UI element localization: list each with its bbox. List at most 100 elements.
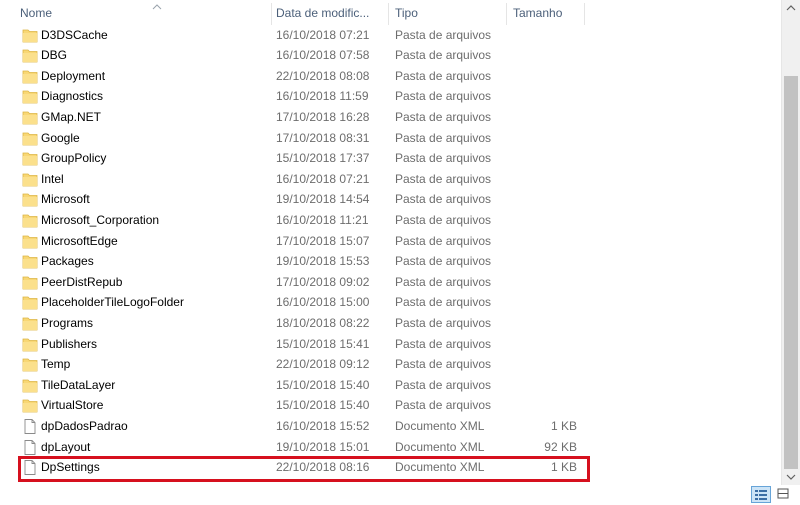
file-type: Pasta de arquivos: [395, 109, 492, 124]
column-header-size-label: Tamanho: [513, 6, 563, 20]
file-list: D3DSCache 16/10/2018 07:21 Pasta de arquiv…: [0, 25, 781, 485]
file-row[interactable]: Programs 18/10/2018 08:22 Pasta de arquivo…: [18, 313, 588, 334]
folder-icon: [22, 358, 38, 372]
details-view-icon: [755, 490, 767, 500]
file-row[interactable]: Intel 16/10/2018 07:21 Pasta de arquivos: [18, 169, 588, 190]
file-row[interactable]: DBG 16/10/2018 07:58 Pasta de arquivos: [18, 45, 588, 66]
folder-icon: [22, 399, 38, 413]
file-name: TileDataLayer: [41, 377, 116, 392]
file-type: Pasta de arquivos: [395, 254, 492, 269]
folder-icon: [22, 214, 38, 228]
file-type: Pasta de arquivos: [395, 68, 492, 83]
file-name: MicrosoftEdge: [41, 233, 118, 248]
file-type: Pasta de arquivos: [395, 377, 492, 392]
folder-icon: [22, 152, 38, 166]
file-row[interactable]: PeerDistRepub 17/10/2018 09:02 Pasta de ar…: [18, 272, 588, 293]
file-row[interactable]: Microsoft 19/10/2018 14:54 Pasta de arquiv…: [18, 189, 588, 210]
file-date: 15/10/2018 15:40: [276, 377, 370, 392]
folder-icon: [22, 235, 38, 248]
file-size: [508, 169, 577, 190]
file-date: 19/10/2018 15:53: [276, 254, 370, 269]
file-date: 18/10/2018 08:22: [276, 315, 370, 330]
file-type: Pasta de arquivos: [395, 130, 492, 145]
file-date: 17/10/2018 08:31: [276, 130, 370, 145]
file-row[interactable]: dpLayout 19/10/2018 15:01 Documento XML 92 …: [18, 437, 588, 458]
file-date: 19/10/2018 15:01: [276, 439, 370, 454]
folder-icon: [22, 111, 38, 125]
file-date: 15/10/2018 15:41: [276, 336, 370, 351]
file-date: 16/10/2018 07:21: [276, 171, 370, 186]
file-size: [508, 313, 577, 334]
file-date: 17/10/2018 16:28: [276, 109, 370, 124]
file-name: GroupPolicy: [41, 151, 107, 166]
file-size: [508, 86, 577, 107]
folder-icon: [22, 49, 38, 63]
file-row[interactable]: dpDadosPadrao 16/10/2018 15:52 Documento X…: [18, 416, 588, 437]
column-header-date-label: Data de modific...: [276, 6, 370, 20]
file-date: 22/10/2018 08:08: [276, 68, 370, 83]
file-date: 16/10/2018 07:58: [276, 48, 370, 63]
file-name: Temp: [41, 357, 71, 372]
file-type: Pasta de arquivos: [395, 336, 492, 351]
file-size: [508, 148, 577, 169]
scrollbar-thumb[interactable]: [784, 76, 798, 469]
file-type: Pasta de arquivos: [395, 48, 492, 63]
folder-icon: [22, 29, 38, 42]
file-type: Documento XML: [395, 439, 485, 454]
folder-icon: [22, 90, 38, 104]
file-row[interactable]: Temp 22/10/2018 09:12 Pasta de arquivos: [18, 354, 588, 375]
file-name: D3DSCache: [41, 27, 108, 42]
file-size: [508, 45, 577, 66]
highlight-box: [18, 456, 590, 482]
file-name: VirtualStore: [41, 398, 104, 413]
file-name: Microsoft_Corporation: [41, 212, 160, 227]
file-row[interactable]: GroupPolicy 15/10/2018 17:37 Pasta de arqu…: [18, 148, 588, 169]
file-row[interactable]: PlaceholderTileLogoFolder 16/10/2018 15:0…: [18, 292, 588, 313]
scroll-down-icon[interactable]: [782, 468, 800, 485]
file-date: 16/10/2018 07:21: [276, 27, 370, 42]
file-size: [508, 25, 577, 46]
file-size: [508, 292, 577, 313]
file-row[interactable]: Microsoft_Corporation 16/10/2018 11:21 Pas…: [18, 210, 588, 231]
file-size: [508, 272, 577, 293]
file-row[interactable]: Publishers 15/10/2018 15:41 Pasta de arqui…: [18, 334, 588, 355]
file-row[interactable]: Google 17/10/2018 08:31 Pasta de arquivos: [18, 128, 588, 149]
file-row[interactable]: TileDataLayer 15/10/2018 15:40 Pasta de ar…: [18, 375, 588, 396]
file-name: Publishers: [41, 336, 98, 351]
file-date: 16/10/2018 11:59: [276, 89, 369, 104]
file-row[interactable]: MicrosoftEdge 17/10/2018 15:07 Pasta de ar…: [18, 231, 588, 252]
scroll-up-icon[interactable]: [782, 0, 800, 17]
file-type: Pasta de arquivos: [395, 171, 492, 186]
file-size: [508, 231, 577, 252]
large-icons-view-button[interactable]: [774, 486, 794, 503]
file-name: GMap.NET: [41, 109, 102, 124]
file-name: Google: [41, 130, 80, 145]
folder-icon: [22, 193, 38, 207]
file-size: [508, 251, 577, 272]
details-view-button[interactable]: [751, 486, 771, 503]
file-type: Pasta de arquivos: [395, 295, 492, 310]
file-row[interactable]: D3DSCache 16/10/2018 07:21 Pasta de arquiv…: [18, 25, 588, 46]
file-size: 1 KB: [550, 418, 577, 433]
folder-icon: [22, 338, 38, 351]
file-type: Pasta de arquivos: [395, 274, 492, 289]
vertical-scrollbar[interactable]: [781, 0, 800, 485]
file-size: 92 KB: [544, 439, 577, 454]
file-row[interactable]: Packages 19/10/2018 15:53 Pasta de arquivo…: [18, 251, 588, 272]
file-size: [508, 334, 577, 355]
file-size: [508, 395, 577, 416]
file-date: 17/10/2018 15:07: [276, 233, 370, 248]
file-row[interactable]: VirtualStore 15/10/2018 15:40 Pasta de arq…: [18, 395, 588, 416]
file-name: DBG: [41, 48, 68, 63]
file-name: Deployment: [41, 68, 106, 83]
file-date: 15/10/2018 15:40: [276, 398, 370, 413]
file-type: Pasta de arquivos: [395, 27, 492, 42]
folder-icon: [22, 255, 38, 269]
document-icon: [24, 418, 36, 434]
column-header-type-label: Tipo: [395, 6, 418, 20]
file-row[interactable]: Deployment 22/10/2018 08:08 Pasta de arqui…: [18, 66, 588, 87]
file-row[interactable]: Diagnostics 16/10/2018 11:59 Pasta de arqu…: [18, 86, 588, 107]
file-size: [508, 189, 577, 210]
file-row[interactable]: GMap.NET 17/10/2018 16:28 Pasta de arquivo…: [18, 107, 588, 128]
file-date: 22/10/2018 09:12: [276, 357, 370, 372]
